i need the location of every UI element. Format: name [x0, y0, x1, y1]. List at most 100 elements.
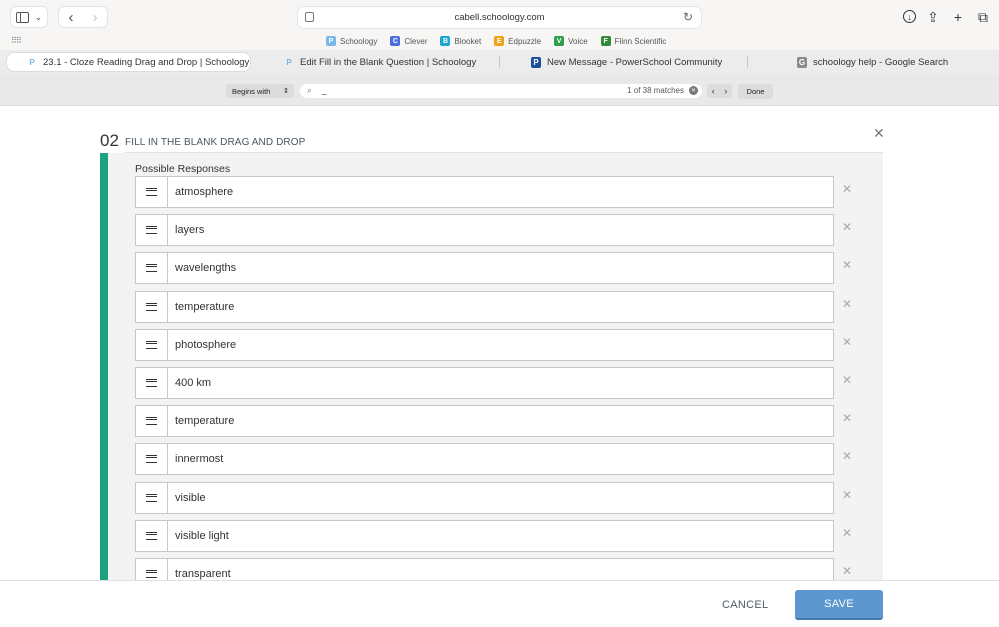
tab-cloze-reading[interactable]: P 23.1 - Cloze Reading Drag and Drop | S… [6, 52, 251, 72]
remove-response-icon[interactable]: ✕ [842, 564, 852, 578]
response-item[interactable]: layers [135, 214, 834, 246]
favorite-edpuzzle[interactable]: E Edpuzzle [494, 36, 541, 46]
tab-overview-icon[interactable]: ⧉ [975, 8, 991, 26]
question-type-label: FILL IN THE BLANK DRAG AND DROP [125, 137, 306, 148]
drag-handle-icon[interactable] [136, 215, 168, 245]
response-item[interactable]: atmosphere [135, 176, 834, 208]
find-navigation: ‹ › [707, 84, 732, 98]
question-number: 02 [100, 131, 119, 150]
remove-response-icon[interactable]: ✕ [842, 526, 852, 540]
response-text[interactable]: innermost [168, 444, 833, 474]
google-icon: G [797, 56, 807, 68]
tab-label: 23.1 - Cloze Reading Drag and Drop | Sch… [43, 56, 250, 68]
find-match-count: 1 of 38 matches [627, 86, 684, 95]
blooket-icon: B [440, 36, 451, 46]
save-button[interactable]: SAVE [795, 590, 883, 620]
find-mode-select[interactable]: Begins with ⇕ [226, 84, 294, 98]
remove-response-icon[interactable]: ✕ [842, 258, 852, 272]
response-item[interactable]: temperature [135, 291, 834, 323]
clever-icon: C [390, 36, 401, 46]
edpuzzle-icon: E [494, 36, 505, 46]
remove-response-icon[interactable]: ✕ [842, 411, 852, 425]
tab-powerschool-message[interactable]: P New Message - PowerSchool Community [531, 52, 722, 72]
favorite-voice[interactable]: V Voice [554, 36, 588, 46]
favorite-label: Blooket [454, 36, 482, 46]
favorite-clever[interactable]: C Clever [390, 36, 427, 46]
remove-response-icon[interactable]: ✕ [842, 373, 852, 387]
drag-handle-icon[interactable] [136, 253, 168, 283]
reload-icon[interactable]: ↻ [683, 10, 693, 24]
back-button[interactable]: ‹ [59, 9, 83, 26]
remove-response-icon[interactable]: ✕ [842, 220, 852, 234]
response-item[interactable]: visible [135, 482, 834, 514]
drag-handle-icon[interactable] [136, 368, 168, 398]
address-bar[interactable]: cabell.schoology.com ↻ [297, 6, 702, 29]
schoology-icon: P [29, 57, 35, 67]
drag-handle-icon[interactable] [136, 406, 168, 436]
favorite-label: Edpuzzle [508, 36, 542, 46]
response-item[interactable]: 400 km [135, 367, 834, 399]
response-text[interactable]: 400 km [168, 368, 833, 398]
sidebar-toggle-button[interactable]: ⌄ [10, 6, 48, 28]
remove-response-icon[interactable]: ✕ [842, 488, 852, 502]
tab-label: schoology help - Google Search [813, 56, 949, 68]
find-mode-label: Begins with [232, 86, 271, 96]
remove-response-icon[interactable]: ✕ [842, 335, 852, 349]
favorite-schoology[interactable]: P Schoology [326, 36, 377, 46]
previous-match-button[interactable]: ‹ [707, 84, 720, 98]
close-icon[interactable]: ✕ [873, 125, 885, 142]
flinn-scientific-icon: F [600, 36, 611, 46]
find-input[interactable]: ⌕ _ 1 of 38 matches ✕ [300, 84, 702, 98]
footer-bar: CANCEL SAVE [0, 580, 999, 627]
tab-edit-fill-in-blank[interactable]: P Edit Fill in the Blank Question | Scho… [284, 52, 476, 72]
favorite-label: Voice [568, 36, 588, 46]
drag-handle-icon[interactable] [136, 444, 168, 474]
drag-handle-icon[interactable] [136, 521, 168, 551]
navigation-buttons: ‹ › [58, 6, 108, 28]
favorite-label: Schoology [340, 36, 378, 46]
remove-response-icon[interactable]: ✕ [842, 182, 852, 196]
tab-separator [499, 56, 500, 68]
drag-handle-icon[interactable] [136, 177, 168, 207]
search-icon: ⌕ [307, 85, 313, 95]
tab-google-search[interactable]: G schoology help - Google Search [797, 52, 948, 72]
response-text[interactable]: layers [168, 215, 833, 245]
response-item[interactable]: wavelengths [135, 252, 834, 284]
next-match-button[interactable]: › [720, 84, 733, 98]
favorite-label: Flinn Scientific [614, 36, 667, 46]
share-icon[interactable]: ⇪ [925, 8, 941, 26]
response-text[interactable]: temperature [168, 406, 833, 436]
powerschool-icon: P [531, 56, 541, 68]
find-done-button[interactable]: Done [738, 84, 773, 99]
favorites-list: P Schoology C Clever B Blooket E Edpuzzle V Voice… [326, 36, 666, 46]
response-text[interactable]: photosphere [168, 330, 833, 360]
drag-handle-icon[interactable] [136, 330, 168, 360]
find-bar: Begins with ⇕ ⌕ _ 1 of 38 matches ✕ ‹ › … [0, 74, 999, 106]
response-item[interactable]: innermost [135, 443, 834, 475]
schoology-icon: P [286, 57, 292, 67]
favorite-label: Clever [404, 36, 428, 46]
toolbar-actions: ↓ ⇪ + ⧉ [903, 8, 991, 26]
cancel-button[interactable]: CANCEL [722, 599, 768, 611]
drag-handle-icon[interactable] [136, 292, 168, 322]
response-text[interactable]: atmosphere [168, 177, 833, 207]
response-text[interactable]: visible light [168, 521, 833, 551]
remove-response-icon[interactable]: ✕ [842, 449, 852, 463]
response-item[interactable]: temperature [135, 405, 834, 437]
voice-icon: V [554, 36, 565, 46]
response-item[interactable]: photosphere [135, 329, 834, 361]
clear-icon[interactable]: ✕ [689, 86, 698, 95]
download-icon[interactable]: ↓ [903, 10, 916, 23]
new-tab-icon[interactable]: + [950, 8, 966, 26]
response-text[interactable]: temperature [168, 292, 833, 322]
response-text[interactable]: wavelengths [168, 253, 833, 283]
tab-label: Edit Fill in the Blank Question | School… [300, 56, 477, 68]
response-item[interactable]: visible light [135, 520, 834, 552]
apps-grid-icon[interactable]: ⠿⠿ [11, 36, 22, 45]
drag-handle-icon[interactable] [136, 483, 168, 513]
response-text[interactable]: visible [168, 483, 833, 513]
forward-button[interactable]: › [83, 9, 107, 26]
favorite-flinn-scientific[interactable]: F Flinn Scientific [600, 36, 667, 46]
favorite-blooket[interactable]: B Blooket [440, 36, 481, 46]
remove-response-icon[interactable]: ✕ [842, 297, 852, 311]
